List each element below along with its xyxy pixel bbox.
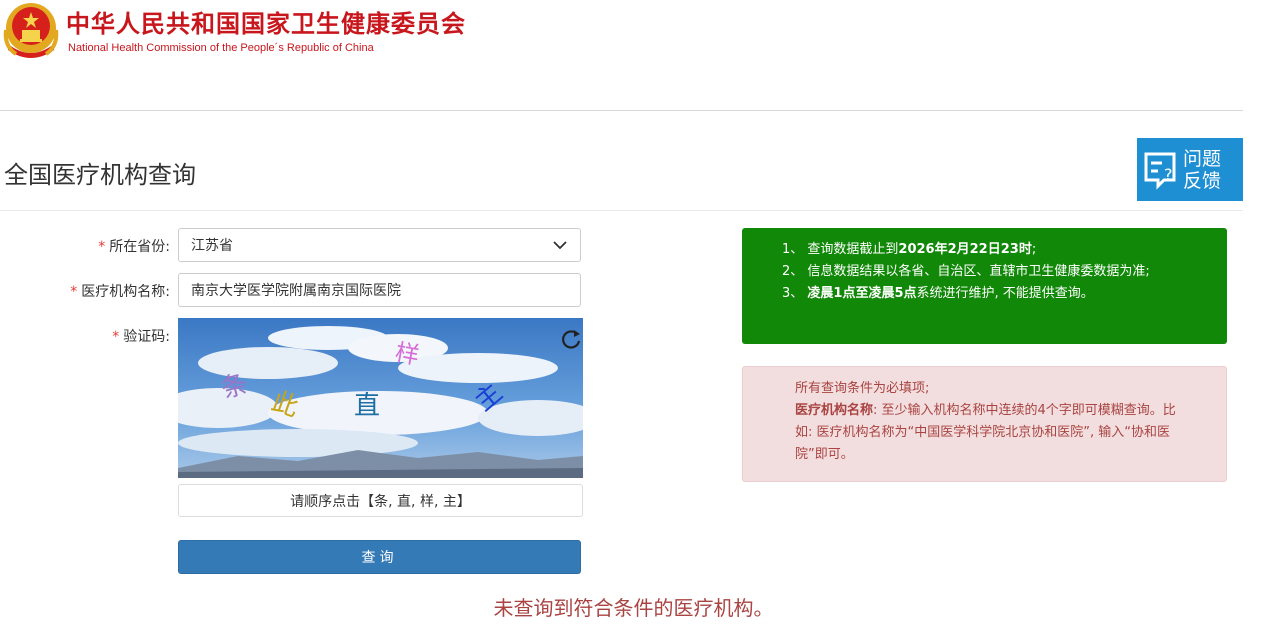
province-select[interactable]: 江苏省	[178, 228, 581, 262]
province-label-text: 所在省份:	[109, 239, 170, 255]
province-label: * 所在省份:	[98, 236, 170, 256]
feedback-label-line2: 反馈	[1183, 169, 1222, 192]
requirement-line-2: 医疗机构名称: 至少输入机构名称中连续的4个字即可模糊查询。比如: 医疗机构名称…	[795, 403, 1176, 462]
national-emblem-icon	[3, 3, 59, 58]
site-header: 中华人民共和国国家卫生健康委员会 National Health Commiss…	[0, 0, 1267, 110]
required-star: *	[70, 284, 78, 300]
province-selected-value: 江苏省	[191, 238, 233, 254]
result-message: 未查询到符合条件的医疗机构。	[493, 596, 774, 620]
requirement-line-1: 所有查询条件为必填项;	[795, 381, 930, 396]
site-title: 中华人民共和国国家卫生健康委员会	[66, 10, 466, 38]
refresh-icon[interactable]	[560, 328, 582, 350]
requirement-notice: 所有查询条件为必填项; 医疗机构名称: 至少输入机构名称中连续的4个字即可模糊查…	[742, 366, 1227, 482]
notice-line-1: 1、 查询数据截止到2026年2月22日23时;	[782, 242, 1037, 257]
svg-text:?: ?	[1164, 165, 1173, 184]
page-title: 全国医疗机构查询	[4, 161, 196, 189]
title-divider	[0, 210, 1243, 211]
query-button[interactable]: 查询	[178, 540, 581, 574]
captcha-char-yang: 样	[393, 338, 421, 370]
captcha-label-text: 验证码:	[123, 329, 170, 345]
institution-name-value: 南京大学医学院附属南京国际医院	[191, 283, 401, 299]
institution-label-text: 医疗机构名称:	[81, 284, 170, 300]
required-star: *	[98, 239, 106, 255]
notice-line-2: 2、 信息数据结果以各省、自治区、直辖市卫生健康委数据为准;	[782, 264, 1150, 279]
institution-name-input[interactable]: 南京大学医学院附属南京国际医院	[178, 273, 581, 307]
captcha-instruction: 请顺序点击【条, 直, 样, 主】	[178, 484, 583, 517]
header-divider	[0, 110, 1243, 111]
feedback-button[interactable]: ? 问题 反馈	[1137, 138, 1243, 201]
captcha-label: * 验证码:	[112, 326, 170, 346]
required-star: *	[112, 329, 120, 345]
feedback-label-line1: 问题	[1183, 147, 1222, 170]
site-subtitle: National Health Commission of the People…	[68, 42, 374, 54]
captcha-image[interactable]: 条 此 直 样 主	[178, 318, 583, 478]
chevron-down-icon	[553, 241, 567, 250]
institution-label: * 医疗机构名称:	[70, 281, 170, 301]
notice-line-3: 3、 凌晨1点至凌晨5点系统进行维护, 不能提供查询。	[782, 286, 1094, 301]
captcha-instruction-text: 请顺序点击【条, 直, 样, 主】	[290, 493, 471, 510]
query-info-notice: 1、 查询数据截止到2026年2月22日23时; 2、 信息数据结果以各省、自治…	[742, 228, 1227, 344]
feedback-icon: ?	[1137, 138, 1183, 201]
captcha-char-zhi: 直	[354, 391, 380, 421]
